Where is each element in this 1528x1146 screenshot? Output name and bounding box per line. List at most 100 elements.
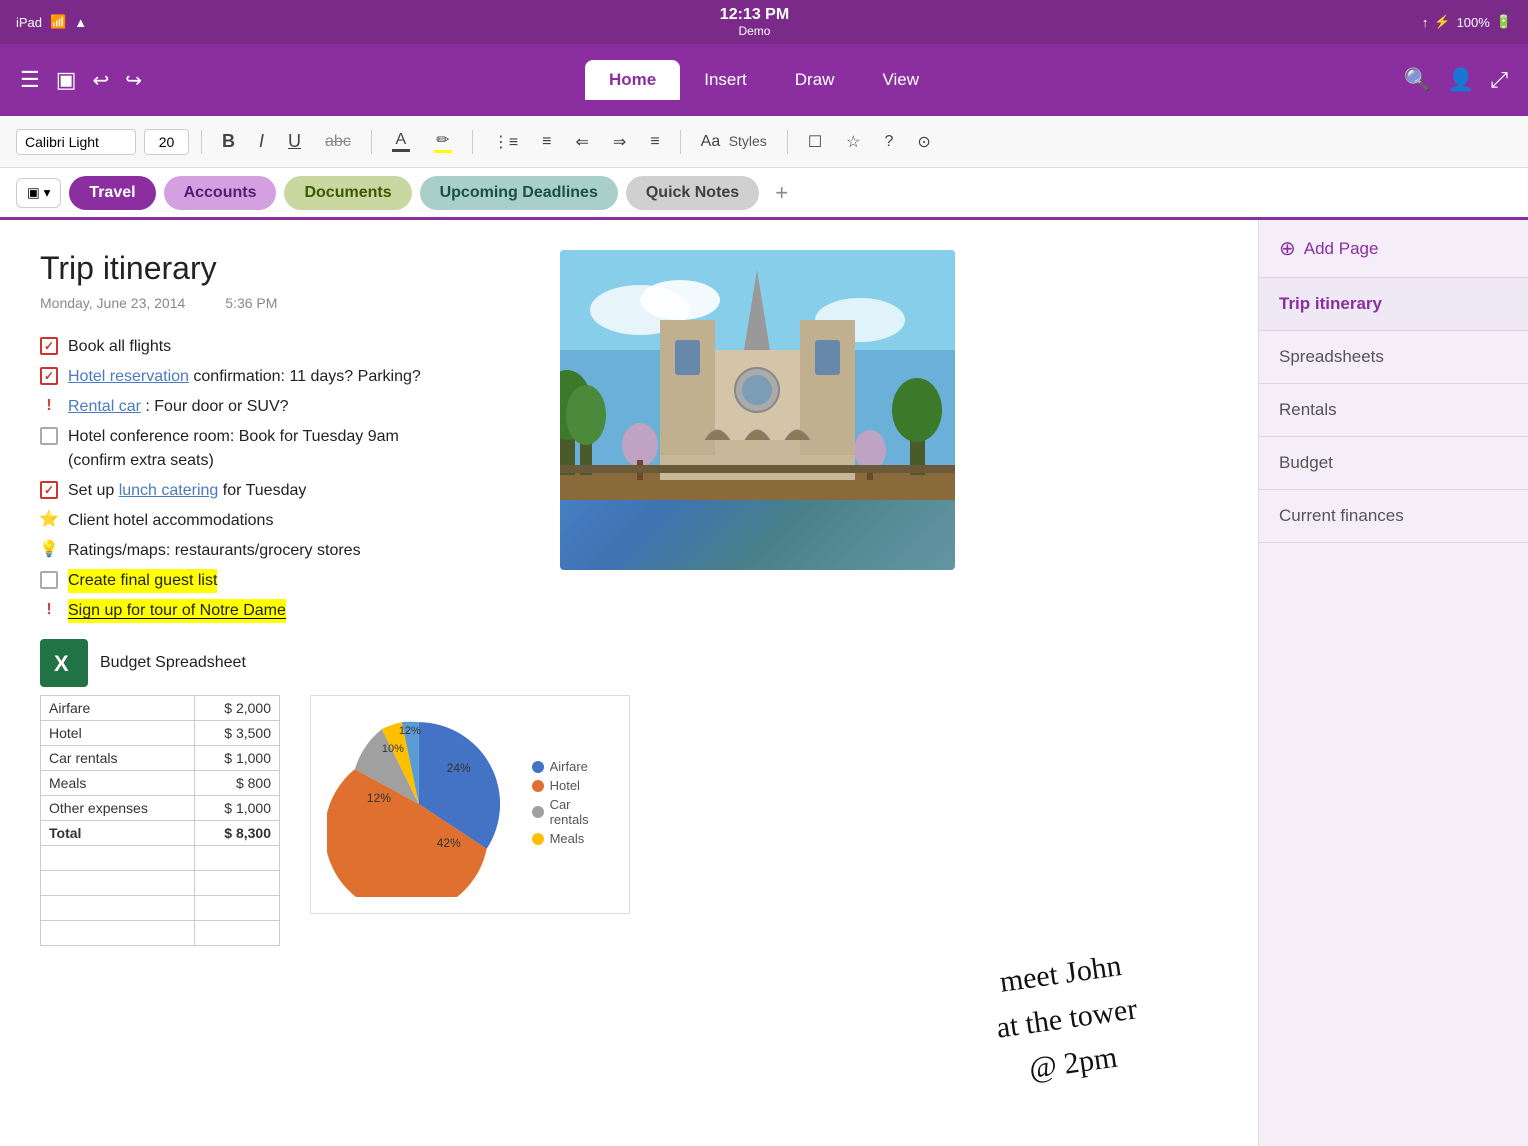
item-text-6: Client hotel accommodations [68, 509, 273, 533]
table-row-total: Total $ 8,300 [41, 821, 280, 846]
sidebar-item-current-finances[interactable]: Current finances [1259, 490, 1528, 543]
italic-button[interactable]: I [251, 127, 272, 156]
bold-button[interactable]: B [214, 127, 243, 156]
redo-button[interactable]: ↪ [125, 68, 142, 93]
add-user-button[interactable]: 👤 [1447, 67, 1474, 93]
star-button[interactable]: ☆ [838, 128, 868, 156]
list-item: Set up lunch catering for Tuesday [40, 479, 560, 503]
budget-table: Airfare $ 2,000 Hotel $ 3,500 Car rental… [40, 695, 280, 946]
svg-text:24%: 24% [447, 761, 471, 775]
bullet-list-button[interactable]: ⋮≡ [485, 128, 526, 156]
checkbox-1[interactable] [40, 337, 58, 355]
tab-view[interactable]: View [858, 60, 943, 100]
tab-home[interactable]: Home [585, 60, 680, 100]
add-page-label: Add Page [1304, 239, 1379, 259]
table-row: Airfare $ 2,000 [41, 696, 280, 721]
checkbox-3[interactable]: ! [40, 397, 58, 415]
list-item: 💡 Ratings/maps: restaurants/grocery stor… [40, 539, 560, 563]
checkbox-4[interactable] [40, 427, 58, 445]
status-bar: iPad 📶 ▲ 12:13 PM Demo ↑ ⚡ 100% 🔋 [0, 0, 1528, 44]
tab-insert[interactable]: Insert [680, 60, 771, 100]
table-cell: $ 8,300 [195, 821, 280, 846]
item-text-9: Sign up for tour of Notre Dame [68, 599, 286, 623]
svg-text:10%: 10% [382, 743, 404, 755]
table-cell: Other expenses [41, 796, 195, 821]
expand-button[interactable]: ⤢ [1490, 67, 1508, 93]
handwriting-note: meet Johnat the tower@ 2pm [988, 942, 1147, 1095]
toolbar-left: ☰ ▣ ↩ ↪ [20, 67, 573, 93]
tab-draw[interactable]: Draw [771, 60, 859, 100]
demo-label: Demo [720, 24, 789, 38]
svg-text:X: X [54, 651, 69, 676]
toolbar: ☰ ▣ ↩ ↪ Home Insert Draw View 🔍 👤 ⤢ [0, 44, 1528, 116]
underline-button[interactable]: U [280, 127, 309, 156]
checkbox-7[interactable]: 💡 [40, 541, 58, 559]
checkbox-8[interactable] [40, 571, 58, 589]
table-cell: $ 1,000 [195, 796, 280, 821]
sidebar-item-label: Trip itinerary [1279, 294, 1382, 313]
more-button[interactable]: ⊙ [909, 128, 938, 156]
table-row: Other expenses $ 1,000 [41, 796, 280, 821]
status-right: ↑ ⚡ 100% 🔋 [1422, 14, 1512, 30]
align-button[interactable]: ≡ [642, 129, 667, 155]
help-button[interactable]: ? [877, 129, 902, 155]
legend-car-rentals: Car rentals [532, 797, 613, 827]
item-text-1: Book all flights [68, 335, 171, 359]
battery-icon: 🔋 [1496, 14, 1512, 30]
indent-inc-button[interactable]: ⇒ [605, 128, 634, 156]
tab-travel[interactable]: Travel [69, 176, 155, 210]
highlight-button[interactable]: ✏ [426, 126, 460, 157]
legend-dot-car-rentals [532, 806, 544, 818]
sidebar-item-spreadsheets[interactable]: Spreadsheets [1259, 331, 1528, 384]
number-list-button[interactable]: ≡ [534, 129, 559, 155]
font-color-button[interactable]: A [384, 127, 418, 156]
tab-quick-notes[interactable]: Quick Notes [626, 176, 759, 210]
styles-button[interactable]: Aa Styles [693, 129, 775, 155]
list-item: Book all flights [40, 335, 560, 359]
table-cell: $ 2,000 [195, 696, 280, 721]
svg-text:12%: 12% [367, 791, 391, 805]
undo-button[interactable]: ↩ [93, 68, 110, 93]
legend-airfare: Airfare [532, 759, 613, 774]
catering-link[interactable]: lunch catering [119, 482, 219, 499]
checkbox-2[interactable] [40, 367, 58, 385]
page-time: 5:36 PM [225, 295, 277, 311]
sidebar-item-budget[interactable]: Budget [1259, 437, 1528, 490]
strikethrough-button[interactable]: abc [317, 129, 359, 155]
hamburger-button[interactable]: ☰ [20, 67, 40, 93]
tab-accounts[interactable]: Accounts [164, 176, 277, 210]
checkbox-9[interactable]: ! [40, 601, 58, 619]
font-selector[interactable] [16, 129, 136, 155]
add-page-button[interactable]: ⊕ Add Page [1259, 220, 1528, 278]
hotel-link[interactable]: Hotel reservation [68, 368, 189, 385]
sidebar-item-rentals[interactable]: Rentals [1259, 384, 1528, 437]
attachment-name[interactable]: Budget Spreadsheet [100, 654, 246, 672]
notebook-icon-button[interactable]: ▣ ▾ [16, 178, 61, 208]
table-row: Hotel $ 3,500 [41, 721, 280, 746]
sidebar-item-trip-itinerary[interactable]: Trip itinerary [1259, 278, 1528, 331]
legend-hotel: Hotel [532, 778, 613, 793]
item-text-2: Hotel reservation confirmation: 11 days?… [68, 365, 421, 389]
font-size-input[interactable] [144, 129, 189, 155]
indent-dec-button[interactable]: ⇐ [568, 128, 597, 156]
search-button[interactable]: 🔍 [1404, 67, 1431, 93]
tab-upcoming-deadlines[interactable]: Upcoming Deadlines [420, 176, 618, 210]
main-content: Trip itinerary Monday, June 23, 2014 5:3… [0, 220, 1528, 1146]
checkbox-button[interactable]: ☐ [800, 128, 830, 156]
excel-icon: X [40, 639, 88, 687]
checkbox-6[interactable]: ⭐ [40, 511, 58, 529]
notebook-button[interactable]: ▣ [56, 67, 77, 93]
list-item: ! Rental car : Four door or SUV? [40, 395, 560, 419]
add-page-icon: ⊕ [1279, 236, 1296, 261]
tab-documents[interactable]: Documents [284, 176, 411, 210]
sidebar-item-label: Rentals [1279, 400, 1337, 419]
time-display: 12:13 PM [720, 6, 789, 24]
list-item: ! Sign up for tour of Notre Dame [40, 599, 560, 623]
add-tab-button[interactable]: + [767, 176, 796, 210]
rental-link[interactable]: Rental car [68, 398, 141, 415]
pie-legend: Airfare Hotel Car rentals Meals [532, 759, 613, 850]
checkbox-5[interactable] [40, 481, 58, 499]
table-row-empty [41, 871, 280, 896]
notre-dame-image [560, 250, 955, 570]
spreadsheet-area: Airfare $ 2,000 Hotel $ 3,500 Car rental… [40, 695, 1218, 946]
